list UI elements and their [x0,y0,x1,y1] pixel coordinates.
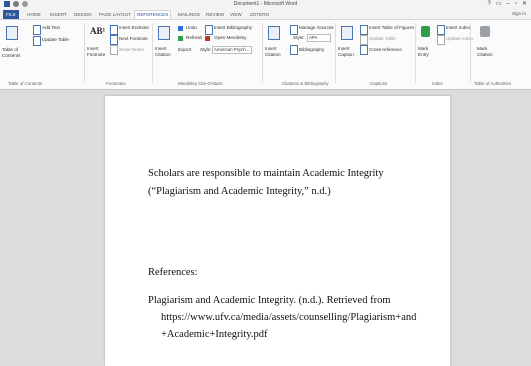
manage-sources-button[interactable]: Manage Sources [299,25,334,31]
bibliography-button[interactable]: Bibliography [299,47,324,53]
reference-url-line-2: +Academic+Integrity.pdf [161,329,268,340]
add-text-button[interactable]: Add Text [42,25,60,31]
insert-citation-mendeley-button[interactable]: Insert Citation [155,46,177,58]
update-table-button[interactable]: Update Table [42,37,69,43]
restore-button[interactable]: ▫ [515,1,517,8]
tab-mailings[interactable]: MAILINGS [178,11,200,18]
next-footnote-button[interactable]: Next Footnote [119,36,148,42]
group-table-of-authorities: Table of Authorities [474,81,512,86]
tab-insert[interactable]: INSERT [50,11,67,18]
minimize-button[interactable]: – [506,1,509,8]
mark-entry-button[interactable]: Mark Entry [418,46,434,58]
update-index-icon [437,35,445,45]
insert-citation-button[interactable]: Insert Citation [265,46,287,58]
window-controls: ? ▭ – ▫ ✕ [487,1,527,8]
body-line-1: Scholars are responsible to maintain Aca… [148,168,384,179]
tab-home[interactable]: HOME [27,11,41,18]
cross-reference-icon [360,45,368,55]
update-table-icon [33,36,41,46]
citation-style-select[interactable]: APA [307,34,331,42]
reference-line-1: Plagiarism and Academic Integrity. (n.d.… [148,295,391,306]
manage-sources-icon [290,25,298,35]
show-notes-button[interactable]: Show Notes [119,47,144,53]
group-footnotes: Footnotes [106,81,126,86]
undo-icon [178,26,183,31]
undo-button[interactable]: Undo [186,25,197,31]
insert-bibliography-button[interactable]: Insert Bibliography [214,25,252,31]
insert-citation-mendeley-icon [158,26,170,40]
reference-url-line: https://www.ufv.ca/media/assets/counsell… [161,312,417,323]
style-label: Style: [200,47,212,52]
group-citations: Citations & Bibliography [282,81,329,86]
mark-citation-button[interactable]: Mark Citation [477,46,497,58]
window-title: Document1 - Microsoft Word [233,1,298,7]
open-mendeley-button[interactable]: Open Mendeley [214,35,246,41]
insert-citation-icon [268,26,280,40]
tab-references[interactable]: REFERENCES [134,10,172,19]
cross-reference-button[interactable]: Cross-reference [369,47,402,53]
insert-table-of-figures-button[interactable]: Insert Table of Figures [369,25,414,31]
show-notes-icon [110,45,118,55]
group-mendeley: Mendeley Cite-O-Matic [178,81,223,86]
mark-entry-icon [421,26,430,37]
mendeley-style-select[interactable]: American Psych... [212,46,252,54]
refresh-icon [178,36,183,41]
table-of-contents-icon [6,26,18,40]
group-divider [415,23,416,83]
group-divider [262,23,263,83]
update-table-captions-button[interactable]: Update Table [369,36,396,42]
insert-caption-icon [341,26,353,40]
mendeley-icon [205,36,210,41]
tab-design[interactable]: DESIGN [74,11,92,18]
mark-citation-icon [480,26,490,37]
title-bar: Document1 - Microsoft Word ? ▭ – ▫ ✕ [0,0,531,10]
insert-bibliography-icon [205,25,213,35]
group-table-of-contents: Table of Contents [8,81,43,86]
ribbon-display-button[interactable]: ▭ [496,1,502,8]
insert-endnote-icon [110,25,118,35]
add-text-icon [33,25,41,35]
ribbon-references: Table of Contents Add Text Update Table … [0,20,531,90]
insert-caption-button[interactable]: Insert Caption [338,46,358,58]
update-table-captions-icon [360,35,368,45]
tab-view[interactable]: VIEW [230,11,242,18]
close-button[interactable]: ✕ [522,1,527,8]
references-heading: References: [148,267,198,278]
tab-zotero[interactable]: ZOTERO [250,11,269,18]
document-page[interactable]: Scholars are responsible to maintain Aca… [105,96,450,366]
group-divider [335,23,336,83]
group-divider [152,23,153,83]
ribbon-tabs: FILE HOME INSERT DESIGN PAGE LAYOUT REFE… [0,10,531,20]
export-button[interactable]: Export [178,47,191,53]
body-line-2: (“Plagiarism and Academic Integrity,” n.… [148,186,331,197]
bibliography-icon [290,45,298,55]
next-footnote-icon [110,35,118,45]
ab-footnote-icon: AB¹ [90,26,106,36]
group-divider [84,23,85,83]
group-divider [470,23,471,83]
group-captions: Captions [370,81,388,86]
table-of-contents-button[interactable]: Table of Contents [2,47,30,59]
citation-style-label: Style: [293,35,305,40]
group-index: Index [432,81,443,86]
insert-index-button[interactable]: Insert Index [446,25,470,31]
tab-review[interactable]: REVIEW [206,11,224,18]
insert-endnote-button[interactable]: Insert Endnote [119,25,149,31]
sign-in-link[interactable]: Sign in [512,11,526,16]
insert-tof-icon [360,25,368,35]
tab-file[interactable]: FILE [3,10,19,19]
insert-footnote-button[interactable]: Insert Footnote [87,46,109,58]
help-button[interactable]: ? [487,1,490,8]
tab-page-layout[interactable]: PAGE LAYOUT [99,11,131,18]
insert-index-icon [437,25,445,35]
refresh-button[interactable]: Refresh [186,35,202,41]
